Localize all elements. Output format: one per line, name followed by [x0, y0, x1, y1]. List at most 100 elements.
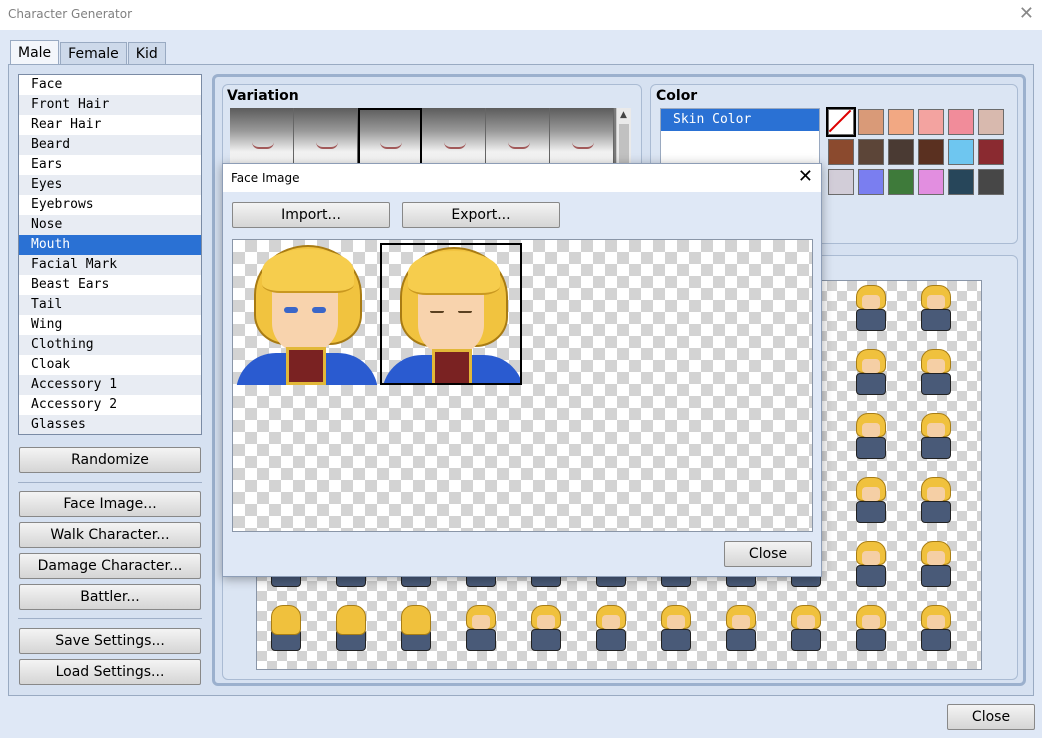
part-item-eyes[interactable]: Eyes	[19, 175, 201, 195]
color-swatch[interactable]	[948, 169, 974, 195]
tab-female[interactable]: Female	[60, 42, 127, 66]
walk-sprite-frame	[848, 411, 892, 469]
walk-character-button[interactable]: Walk Character...	[19, 522, 201, 548]
walk-sprite-frame	[848, 475, 892, 533]
variation-option[interactable]	[230, 108, 294, 166]
export-button[interactable]: Export...	[402, 202, 560, 228]
walk-sprite-frame	[848, 539, 892, 597]
variation-strip[interactable]	[230, 108, 616, 166]
close-button[interactable]: Close	[947, 704, 1035, 730]
parts-list[interactable]: Face Front Hair Rear Hair Beard Ears Eyes Eyeb…	[18, 74, 202, 435]
part-item-ears[interactable]: Ears	[19, 155, 201, 175]
walk-sprite-frame	[848, 347, 892, 405]
scroll-up-icon[interactable]: ▲	[620, 110, 627, 120]
window-close-icon[interactable]: ✕	[1019, 3, 1034, 24]
variation-scrollbar[interactable]: ▲	[616, 108, 631, 166]
variation-option[interactable]	[486, 108, 550, 166]
walk-sprite-frame	[588, 603, 632, 661]
color-swatch[interactable]	[918, 169, 944, 195]
dialog-close-icon[interactable]: ✕	[798, 166, 813, 187]
color-swatch[interactable]	[948, 139, 974, 165]
variation-option[interactable]	[358, 108, 422, 166]
color-swatch[interactable]	[978, 139, 1004, 165]
walk-sprite-frame	[913, 283, 957, 341]
color-swatch[interactable]	[918, 139, 944, 165]
tab-kid[interactable]: Kid	[127, 42, 166, 66]
face-portrait-open-eyes[interactable]	[236, 243, 378, 385]
color-swatch[interactable]	[858, 109, 884, 135]
damage-character-button[interactable]: Damage Character...	[19, 553, 201, 579]
variation-option[interactable]	[294, 108, 358, 166]
color-swatch[interactable]	[948, 109, 974, 135]
dialog-close-button[interactable]: Close	[724, 541, 812, 567]
walk-sprite-frame	[653, 603, 697, 661]
color-swatch[interactable]	[918, 109, 944, 135]
part-item-facial-mark[interactable]: Facial Mark	[19, 255, 201, 275]
color-swatch[interactable]	[828, 139, 854, 165]
walk-sprite-frame	[783, 603, 827, 661]
mouth-preview	[572, 142, 594, 149]
title-bar: Character Generator ✕	[0, 0, 1042, 30]
part-item-cloak[interactable]: Cloak	[19, 355, 201, 375]
part-item-eyebrows[interactable]: Eyebrows	[19, 195, 201, 215]
part-item-clothing[interactable]: Clothing	[19, 335, 201, 355]
color-swatch[interactable]	[858, 169, 884, 195]
color-label: Color	[656, 88, 698, 104]
face-image-canvas[interactable]	[232, 239, 813, 532]
separator	[18, 618, 202, 619]
walk-sprite-frame	[458, 603, 502, 661]
variation-option[interactable]	[550, 108, 614, 166]
walk-sprite-frame	[848, 283, 892, 341]
walk-sprite-frame	[328, 603, 372, 661]
part-item-tail[interactable]: Tail	[19, 295, 201, 315]
gender-tabs: Male Female Kid	[10, 40, 167, 66]
battler-button[interactable]: Battler...	[19, 584, 201, 610]
scroll-thumb[interactable]	[619, 124, 629, 164]
walk-sprite-frame	[393, 603, 437, 661]
variation-option[interactable]	[422, 108, 486, 166]
walk-sprite-frame	[913, 603, 957, 661]
face-image-dialog: Face Image ✕ Import... Export... Close	[222, 163, 822, 577]
part-item-accessory-1[interactable]: Accessory 1	[19, 375, 201, 395]
face-portrait-closed-eyes[interactable]	[380, 243, 522, 385]
part-item-front-hair[interactable]: Front Hair	[19, 95, 201, 115]
part-item-accessory-2[interactable]: Accessory 2	[19, 395, 201, 415]
color-swatch[interactable]	[858, 139, 884, 165]
part-item-face[interactable]: Face	[19, 75, 201, 95]
walk-sprite-frame	[263, 603, 307, 661]
walk-sprite-frame	[848, 603, 892, 661]
save-settings-button[interactable]: Save Settings...	[19, 628, 201, 654]
separator	[18, 482, 202, 483]
color-item-skin[interactable]: Skin Color	[661, 109, 819, 131]
variation-label: Variation	[227, 88, 299, 104]
face-image-button[interactable]: Face Image...	[19, 491, 201, 517]
part-item-beast-ears[interactable]: Beast Ears	[19, 275, 201, 295]
walk-sprite-frame	[913, 411, 957, 469]
color-list[interactable]: Skin Color	[660, 108, 820, 166]
tab-male[interactable]: Male	[10, 40, 60, 65]
part-item-nose[interactable]: Nose	[19, 215, 201, 235]
import-button[interactable]: Import...	[232, 202, 390, 228]
color-swatch[interactable]	[888, 109, 914, 135]
window-title: Character Generator	[8, 7, 132, 21]
part-item-wing[interactable]: Wing	[19, 315, 201, 335]
load-settings-button[interactable]: Load Settings...	[19, 659, 201, 685]
walk-sprite-frame	[718, 603, 762, 661]
part-item-mouth[interactable]: Mouth	[19, 235, 201, 255]
mouth-preview	[508, 142, 530, 149]
part-item-rear-hair[interactable]: Rear Hair	[19, 115, 201, 135]
randomize-button[interactable]: Randomize	[19, 447, 201, 473]
color-swatch[interactable]	[888, 139, 914, 165]
part-item-glasses[interactable]: Glasses	[19, 415, 201, 434]
color-swatch[interactable]	[978, 109, 1004, 135]
no-color-swatch[interactable]	[826, 107, 856, 137]
walk-sprite-frame	[913, 539, 957, 597]
color-swatch[interactable]	[828, 169, 854, 195]
mouth-preview	[316, 142, 338, 149]
color-swatch[interactable]	[888, 169, 914, 195]
walk-sprite-frame	[523, 603, 567, 661]
mouth-preview	[380, 142, 402, 149]
color-swatch[interactable]	[978, 169, 1004, 195]
dialog-title: Face Image	[231, 171, 300, 185]
part-item-beard[interactable]: Beard	[19, 135, 201, 155]
